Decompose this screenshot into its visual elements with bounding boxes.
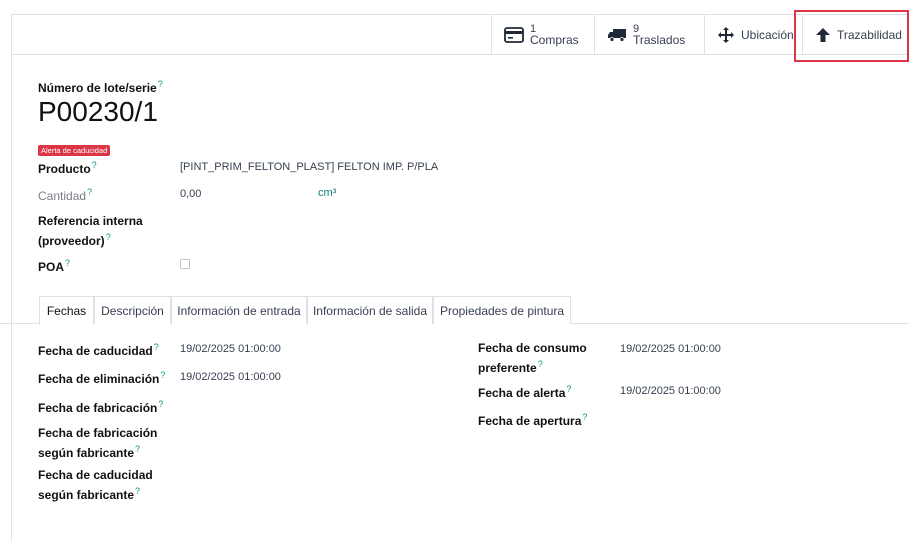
help-icon[interactable]: ? — [87, 187, 92, 197]
fecha-fabricacion-label: Fecha de fabricación? — [38, 399, 164, 415]
fecha-consumo-value[interactable]: 19/02/2025 01:00:00 — [620, 343, 721, 355]
arrow-up-icon — [815, 27, 831, 43]
traslados-label: Traslados — [633, 33, 686, 47]
fecha-eliminacion-value[interactable]: 19/02/2025 01:00:00 — [180, 371, 281, 383]
fecha-caducidad-label: Fecha de caducidad? — [38, 342, 159, 358]
help-icon[interactable]: ? — [160, 370, 165, 380]
fecha-fabricacion-fabricante-label: Fecha de fabricación según fabricante? — [38, 426, 158, 460]
producto-value[interactable]: [PINT_PRIM_FELTON_PLAST] FELTON IMP. P/P… — [180, 161, 438, 173]
credit-card-icon — [504, 27, 524, 43]
trazabilidad-label: Trazabilidad — [837, 28, 902, 42]
trazabilidad-button[interactable]: Trazabilidad — [802, 15, 909, 55]
producto-label: Producto? — [38, 160, 97, 176]
tab-propiedades-pintura[interactable]: Propiedades de pintura — [433, 296, 571, 324]
truck-icon — [607, 27, 627, 43]
tab-informacion-entrada[interactable]: Información de entrada — [171, 296, 307, 324]
poa-checkbox[interactable] — [180, 259, 190, 269]
help-icon[interactable]: ? — [106, 232, 111, 242]
tab-informacion-salida[interactable]: Información de salida — [307, 296, 433, 324]
help-icon[interactable]: ? — [135, 444, 140, 454]
lot-label: Número de lote/serie? — [38, 79, 163, 95]
cantidad-value: 0,00 — [180, 188, 202, 200]
fecha-consumo-label: Fecha de consumo preferente? — [478, 341, 587, 375]
referencia-label: Referencia interna (proveedor)? — [38, 214, 143, 248]
tab-fechas[interactable]: Fechas — [39, 296, 94, 325]
notebook-tabs: Fechas Descripción Información de entrad… — [0, 296, 909, 325]
ubicacion-label: Ubicación — [741, 28, 794, 42]
tab-descripcion[interactable]: Descripción — [94, 296, 171, 324]
help-icon[interactable]: ? — [154, 342, 159, 352]
compras-label: Compras — [530, 33, 579, 47]
fecha-alerta-label: Fecha de alerta? — [478, 384, 572, 400]
fecha-alerta-value[interactable]: 19/02/2025 01:00:00 — [620, 385, 721, 397]
poa-label: POA? — [38, 258, 71, 274]
cantidad-label: Cantidad? — [38, 187, 93, 203]
fecha-apertura-label: Fecha de apertura? — [478, 412, 588, 428]
help-icon[interactable]: ? — [158, 399, 163, 409]
help-icon[interactable]: ? — [158, 79, 163, 89]
button-box: 1 Compras 9 Traslados Ubicación Trazabil… — [12, 15, 909, 55]
ubicacion-button[interactable]: Ubicación — [704, 15, 802, 55]
help-icon[interactable]: ? — [566, 384, 571, 394]
expiry-alert-badge: Alerta de caducidad — [38, 145, 111, 156]
help-icon[interactable]: ? — [135, 486, 140, 496]
compras-button[interactable]: 1 Compras — [491, 15, 594, 55]
help-icon[interactable]: ? — [92, 160, 97, 170]
help-icon[interactable]: ? — [65, 258, 70, 268]
fecha-caducidad-value[interactable]: 19/02/2025 01:00:00 — [180, 343, 281, 355]
help-icon[interactable]: ? — [538, 359, 543, 369]
cantidad-uom[interactable]: cm³ — [318, 187, 336, 199]
help-icon[interactable]: ? — [582, 412, 587, 422]
page-title: P00230/1 — [38, 96, 158, 127]
traslados-button[interactable]: 9 Traslados — [594, 15, 704, 55]
fecha-caducidad-fabricante-label: Fecha de caducidad según fabricante? — [38, 468, 153, 502]
arrows-move-icon — [717, 26, 735, 44]
fecha-eliminacion-label: Fecha de eliminación? — [38, 370, 166, 386]
